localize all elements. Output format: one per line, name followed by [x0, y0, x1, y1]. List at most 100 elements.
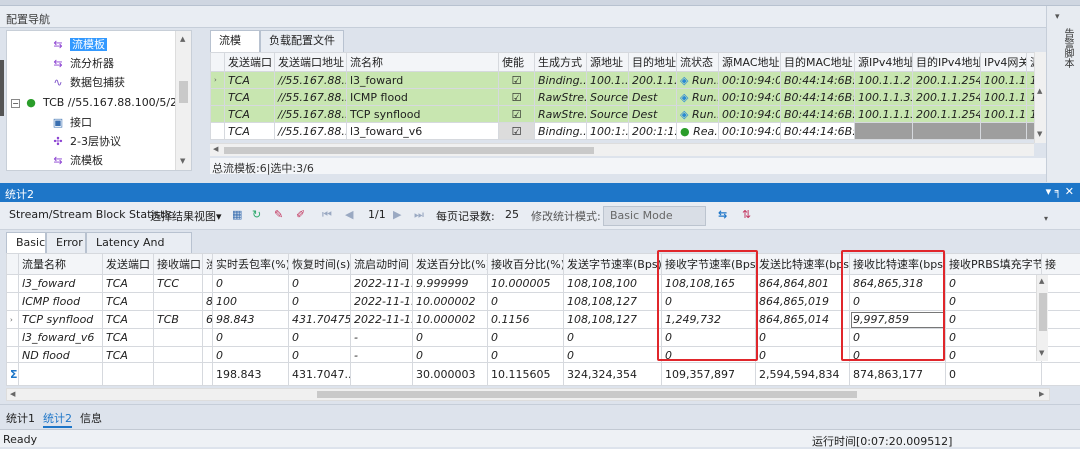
column-header[interactable]: 流名称 — [347, 53, 499, 72]
total-cell: 431.7047... — [289, 363, 351, 386]
scroll-right-icon[interactable]: ▶ — [1039, 390, 1044, 398]
column-header[interactable]: 发送端口 — [225, 53, 275, 72]
hscroll-thumb[interactable] — [224, 147, 594, 154]
column-header[interactable]: 目的地址 — [629, 53, 677, 72]
tab-stats1[interactable]: 统计1 — [6, 410, 35, 426]
column-header[interactable]: 实时丢包率(%) — [213, 254, 289, 275]
first-page-icon[interactable]: ⏮ — [322, 208, 332, 222]
scroll-left-icon[interactable]: ◀ — [10, 390, 15, 398]
select-result-view-dropdown[interactable]: 选择结果视图▾ — [150, 208, 222, 224]
stats-mode-select[interactable]: Basic Mode — [603, 206, 706, 226]
stats-grid-hscroll[interactable]: ◀ ▶ — [6, 388, 1050, 401]
tab-latency-jitter[interactable]: Latency And Jitter — [86, 232, 192, 253]
left-edge-handle[interactable] — [0, 60, 4, 116]
stream-grid-hscroll[interactable]: ◀ — [210, 143, 1034, 156]
collapse-toggle-icon[interactable]: − — [11, 99, 20, 108]
table-cell: 0 — [213, 275, 289, 293]
scroll-up-icon[interactable]: ▲ — [1039, 277, 1044, 285]
panel-controls-icon[interactable]: ▾ ╕ ✕ — [1046, 185, 1074, 198]
stream-analyzer-icon: ⇆ — [51, 55, 65, 73]
tree-item-stream-analyzer[interactable]: ⇆流分析器 — [51, 55, 114, 73]
stream-grid-vscroll[interactable]: ▲ ▼ — [1034, 52, 1046, 143]
column-header[interactable]: 接 — [1042, 254, 1080, 275]
table-cell — [981, 123, 1027, 140]
table-cell — [154, 329, 203, 347]
tab-info[interactable]: 信息 — [80, 410, 102, 426]
next-page-icon[interactable]: ▶ — [393, 208, 401, 221]
table-cell: 0.1156 — [488, 311, 564, 329]
stream-row[interactable]: TCA //55.167.88.... l3_foward_v6 ☑ Bindi… — [211, 123, 1035, 140]
column-header[interactable]: 发送比特速率(bps) — [756, 254, 850, 275]
last-page-icon[interactable]: ⏭ — [414, 208, 424, 222]
stats-grid-vscroll[interactable]: ▲ ▼ — [1036, 275, 1048, 361]
enable-checkbox[interactable]: ☑ — [499, 123, 535, 140]
table-cell: 0 — [946, 293, 1042, 311]
interface-icon: ▣ — [51, 114, 65, 132]
column-header[interactable]: 流启动时间 — [351, 254, 413, 275]
toolbar-overflow-icon[interactable]: ▾ — [1044, 214, 1048, 223]
column-header[interactable]: 发送字节速率(Bps) — [564, 254, 662, 275]
table-cell: 200.1.1.254 — [913, 106, 981, 123]
tab-stats2[interactable]: 统计2 — [43, 410, 72, 428]
column-header[interactable]: 目的IPv4地址 — [913, 53, 981, 72]
right-panel-label[interactable]: 告警脚本 — [1060, 28, 1075, 68]
tree-item-packet-capture[interactable]: ∿数据包捕获 — [51, 74, 125, 92]
scroll-down-icon[interactable]: ▼ — [1039, 349, 1044, 357]
column-header[interactable]: 恢复时间(s) — [289, 254, 351, 275]
filter-icon[interactable]: ⇆ — [718, 208, 727, 221]
tab-stream-template[interactable]: 流模板 — [210, 30, 260, 52]
scroll-up-icon[interactable]: ▲ — [1037, 87, 1042, 95]
clear-icon[interactable]: ✎ — [274, 208, 283, 221]
stream-row[interactable]: TCA //55.167.88.... ICMP flood ☑ RawStre… — [211, 89, 1035, 106]
tab-basic[interactable]: Basic — [6, 232, 46, 253]
tree-item-interface[interactable]: ▣接口 — [51, 114, 92, 132]
column-header[interactable]: 接收端口 — [154, 254, 203, 275]
enable-checkbox[interactable]: ☑ — [499, 72, 535, 89]
tree-item-port-tcb[interactable]: −●TCB //55.167.88.100/5/2 — [11, 94, 177, 112]
tree-scrollbar[interactable]: ▲ ▼ — [175, 31, 191, 170]
scroll-up-icon[interactable]: ▲ — [180, 35, 185, 43]
column-header[interactable]: 生成方式 — [535, 53, 587, 72]
column-config-icon[interactable]: ⇅ — [742, 208, 751, 221]
table-cell: TCA — [103, 311, 154, 329]
stream-row[interactable]: TCA //55.167.88.... TCP synflood ☑ RawSt… — [211, 106, 1035, 123]
column-header[interactable]: 发送百分比(%) — [413, 254, 488, 275]
per-page-value[interactable]: 25 — [505, 208, 519, 221]
prev-page-icon[interactable]: ◀ — [345, 208, 353, 221]
table-cell: //55.167.88.... — [275, 106, 347, 123]
tree-item-protocol[interactable]: ✣2-3层协议 — [51, 133, 121, 151]
column-header[interactable]: 接收百分比(%) — [488, 254, 564, 275]
column-header[interactable]: 流状态 — [677, 53, 719, 72]
right-side-panel[interactable]: ▾ 告警脚本 — [1046, 6, 1080, 182]
column-header[interactable]: 源MAC地址 — [719, 53, 781, 72]
stats-scroll-thumb[interactable] — [1039, 293, 1047, 331]
column-header[interactable]: IPv4网关 — [981, 53, 1027, 72]
stream-row[interactable]: › TCA //55.167.88.... l3_foward ☑ Bindin… — [211, 72, 1035, 89]
enable-checkbox[interactable]: ☑ — [499, 89, 535, 106]
column-header[interactable]: 接收PRBS填充字节 — [946, 254, 1042, 275]
tree-item-stream-template[interactable]: ⇆流模板 — [51, 36, 107, 54]
tree-scroll-thumb[interactable] — [179, 81, 188, 103]
column-header[interactable]: 汝 — [203, 254, 213, 275]
refresh-icon[interactable]: ↻ — [252, 208, 261, 221]
tree-item-stream-template-2[interactable]: ⇆流模板 — [51, 152, 103, 170]
scroll-down-icon[interactable]: ▼ — [1037, 130, 1042, 138]
clear-all-icon[interactable]: ✐ — [296, 208, 305, 221]
tab-load-profile[interactable]: 负载配置文件 — [260, 30, 344, 52]
column-header[interactable]: 使能 — [499, 53, 535, 72]
column-header[interactable]: 流量名称 — [19, 254, 103, 275]
enable-checkbox[interactable]: ☑ — [499, 106, 535, 123]
table-view-icon[interactable]: ▦ — [232, 208, 242, 221]
column-header[interactable]: 源地址 — [587, 53, 629, 72]
column-header[interactable]: 发送端口地址 — [275, 53, 347, 72]
tab-error[interactable]: Error — [46, 232, 86, 253]
column-header[interactable]: 发送端口 — [103, 254, 154, 275]
column-header[interactable]: 目的MAC地址 — [781, 53, 855, 72]
column-header[interactable]: 源IPv4地址 — [855, 53, 913, 72]
scroll-down-icon[interactable]: ▼ — [180, 157, 185, 165]
table-cell: 0 — [564, 329, 662, 347]
pin-icon[interactable]: ▾ — [1055, 12, 1060, 22]
table-cell: l3_foward — [347, 72, 499, 89]
hscroll-thumb[interactable] — [317, 391, 857, 398]
scroll-left-icon[interactable]: ◀ — [213, 145, 218, 153]
